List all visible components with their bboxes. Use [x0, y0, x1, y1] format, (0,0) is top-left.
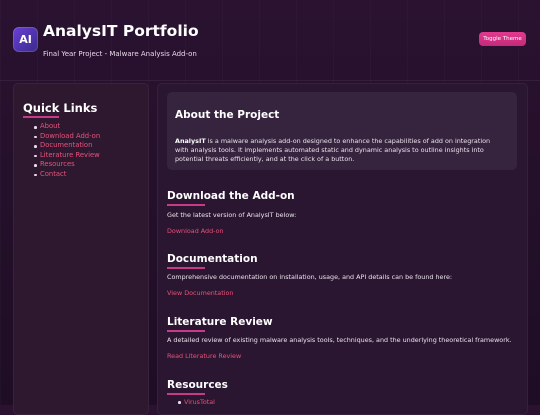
- sidebar-link-resources[interactable]: Resources: [40, 160, 75, 168]
- read-literature-link[interactable]: Read Literature Review: [167, 352, 241, 360]
- list-item: Literature Review: [33, 151, 100, 161]
- site-header: AI AnalysIT Portfolio Final Year Project…: [0, 0, 540, 81]
- list-item: Resources: [33, 160, 100, 170]
- documentation-heading: Documentation: [167, 253, 258, 265]
- view-documentation-link[interactable]: View Documentation: [167, 289, 233, 297]
- main-content: About the Project AnalysIT is a malware …: [157, 83, 528, 415]
- list-item: About: [33, 122, 100, 132]
- quick-links-heading: Quick Links: [23, 101, 98, 115]
- list-item: Documentation: [33, 141, 100, 151]
- list-item: Download Add-on: [33, 132, 100, 142]
- resources-section: Resources VirusTotal: [167, 379, 517, 414]
- resources-heading: Resources: [167, 379, 228, 391]
- download-section: Download the Add-on Get the latest versi…: [167, 190, 517, 240]
- sidebar-link-about[interactable]: About: [40, 122, 60, 130]
- download-heading: Download the Add-on: [167, 190, 295, 202]
- toggle-theme-button[interactable]: Toggle Theme: [479, 32, 526, 46]
- heading-underline: [23, 116, 59, 118]
- about-section: About the Project AnalysIT is a malware …: [167, 92, 517, 170]
- download-description: Get the latest version of AnalysIT below…: [167, 211, 297, 219]
- page-title: AnalysIT Portfolio: [43, 22, 199, 40]
- sidebar-link-literature[interactable]: Literature Review: [40, 151, 100, 159]
- heading-underline: [167, 330, 205, 332]
- quick-links-sidebar: Quick Links About Download Add-on Docume…: [13, 83, 149, 415]
- sidebar-link-documentation[interactable]: Documentation: [40, 141, 92, 149]
- brand-name: AnalysIT: [175, 137, 206, 145]
- literature-section: Literature Review A detailed review of e…: [167, 316, 517, 366]
- about-text: AnalysIT is a malware analysis add-on de…: [175, 137, 505, 163]
- about-heading: About the Project: [175, 109, 280, 121]
- page-subtitle: Final Year Project - Malware Analysis Ad…: [43, 50, 197, 58]
- heading-underline: [167, 204, 205, 206]
- heading-underline: [167, 393, 205, 395]
- sidebar-link-contact[interactable]: Contact: [40, 170, 66, 178]
- list-item: Contact: [33, 170, 100, 180]
- about-body: is a malware analysis add-on designed to…: [175, 137, 491, 163]
- heading-underline: [167, 267, 205, 269]
- download-addon-link[interactable]: Download Add-on: [167, 227, 224, 235]
- quick-links-list: About Download Add-on Documentation Lite…: [33, 122, 100, 180]
- documentation-description: Comprehensive documentation on installat…: [167, 273, 453, 281]
- app-logo: AI: [13, 27, 38, 52]
- literature-description: A detailed review of existing malware an…: [167, 336, 512, 344]
- sidebar-link-download[interactable]: Download Add-on: [40, 132, 100, 140]
- literature-heading: Literature Review: [167, 316, 273, 328]
- documentation-section: Documentation Comprehensive documentatio…: [167, 253, 517, 303]
